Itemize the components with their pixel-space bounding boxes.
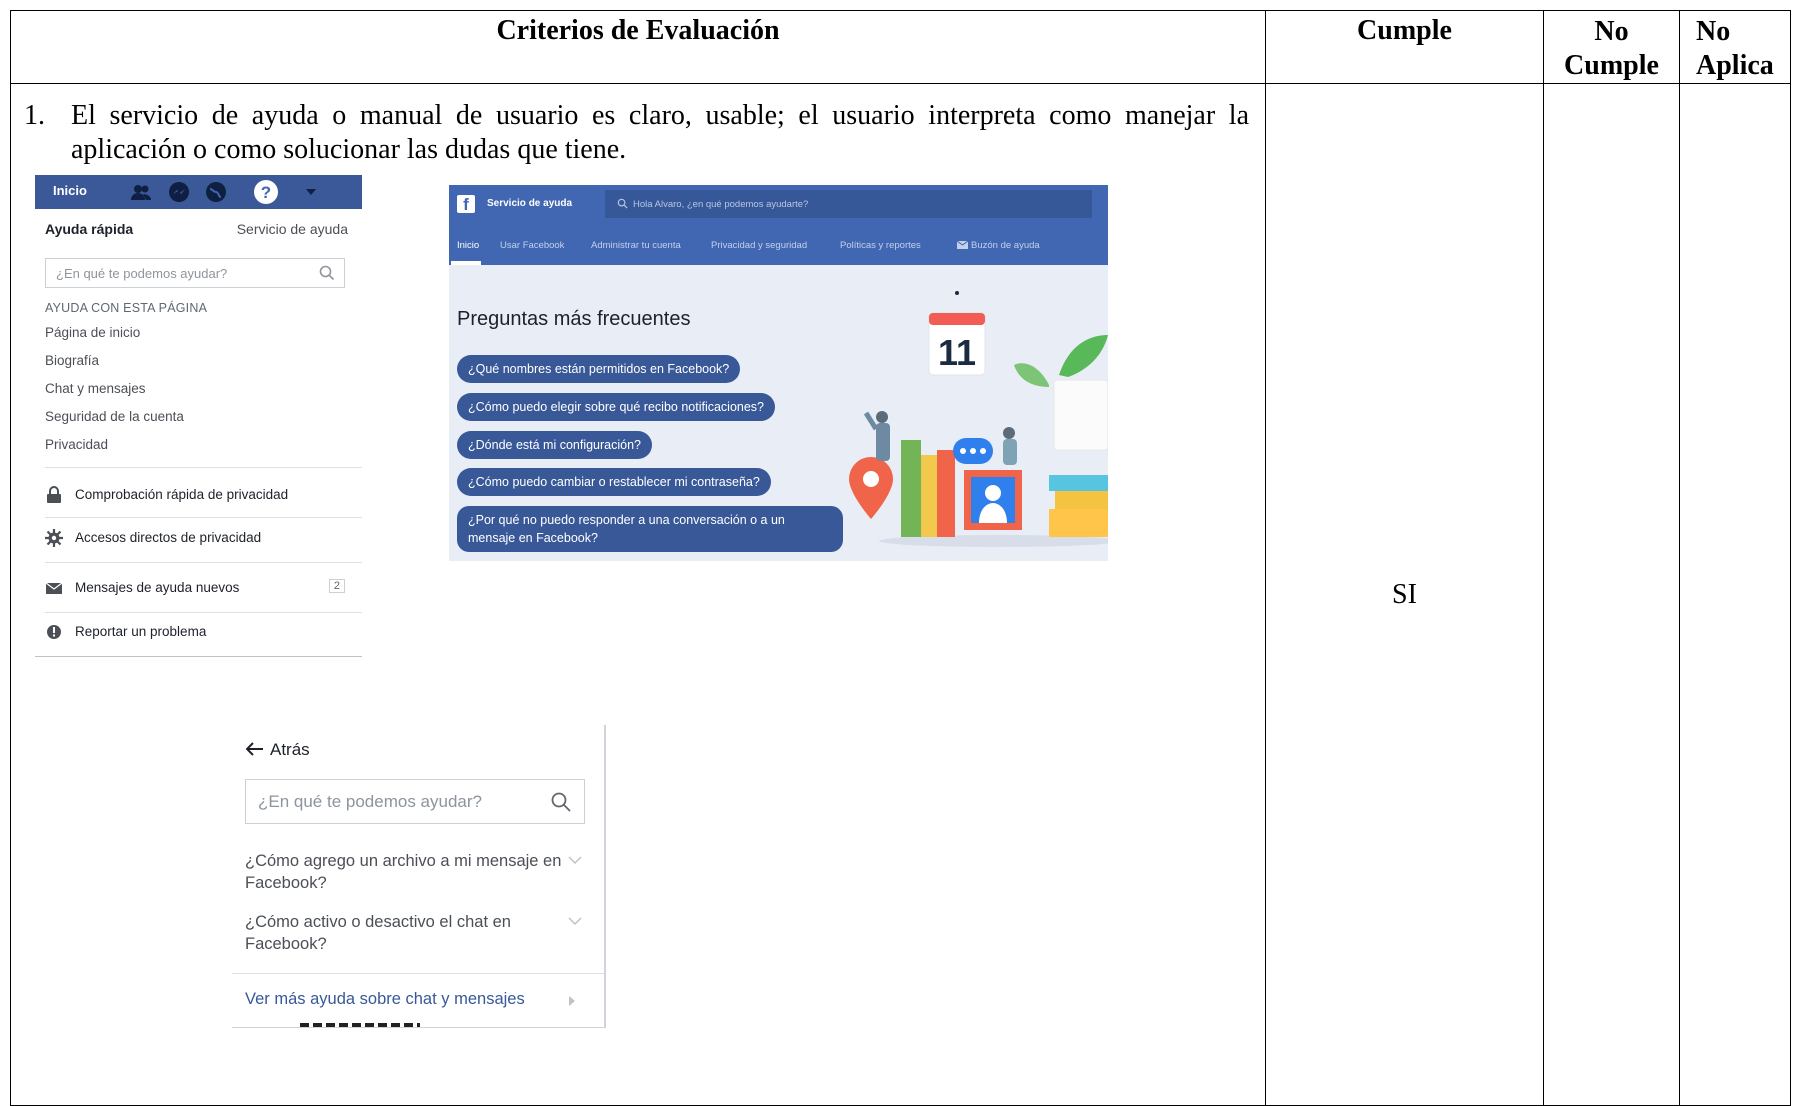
divider <box>45 562 362 563</box>
help-service-link[interactable]: Servicio de ayuda <box>237 221 348 237</box>
no-cumple-cell <box>1543 83 1680 1106</box>
nav-tab-buzon-ayuda[interactable]: Buzón de ayuda <box>956 240 1040 251</box>
svg-text:?: ? <box>261 183 271 202</box>
header-criterios: Criterios de Evaluación <box>10 10 1266 84</box>
search-placeholder: ¿En qué te podemos ayudar? <box>258 792 482 811</box>
help-illustration: 11 <box>849 291 1108 561</box>
privacy-check-action[interactable]: Comprobación rápida de privacidad <box>45 484 345 510</box>
faq-title: Preguntas más frecuentes <box>457 308 691 330</box>
facebook-logo-icon[interactable]: f <box>457 195 475 214</box>
chevron-down-icon[interactable] <box>567 913 583 929</box>
svg-text:11: 11 <box>938 332 976 373</box>
back-button[interactable]: Atrás <box>245 740 310 760</box>
quick-help-panel: Inicio ? Ayuda rápida Servicio de ayuda … <box>35 175 362 657</box>
quick-help-header: Ayuda rápida Servicio de ayuda <box>35 209 362 249</box>
privacy-shortcuts-action[interactable]: Accesos directos de privacidad <box>45 527 345 553</box>
report-problem-action[interactable]: Reportar un problema <box>45 621 345 647</box>
cropped-text-fragment <box>300 1023 420 1027</box>
cumple-cell: SI <box>1265 83 1544 1106</box>
nav-tab-inicio[interactable]: Inicio <box>457 240 479 251</box>
topbar-home-link[interactable]: Inicio <box>53 183 87 198</box>
nav-tab-politicas-reportes[interactable]: Políticas y reportes <box>840 240 921 251</box>
nav-tab-privacidad-seguridad[interactable]: Privacidad y seguridad <box>711 240 807 251</box>
search-placeholder: ¿En qué te podemos ayudar? <box>56 266 228 281</box>
faq-button-notifications[interactable]: ¿Cómo puedo elegir sobre qué recibo noti… <box>457 393 776 421</box>
calendar-icon: 11 <box>928 291 986 376</box>
criterion-description: El servicio de ayuda o manual de usuario… <box>71 100 1249 165</box>
nav-tab-usar-facebook[interactable]: Usar Facebook <box>500 240 564 251</box>
panel-bottom-border <box>35 656 362 657</box>
help-topics-list: Página de inicio Biografía Chat y mensaj… <box>45 325 345 465</box>
faq-button-settings[interactable]: ¿Dónde está mi configuración? <box>457 431 653 459</box>
topic-chat[interactable]: Chat y mensajes <box>45 381 345 409</box>
faq-button-names[interactable]: ¿Qué nombres están permitidos en Faceboo… <box>457 355 741 383</box>
active-tab-indicator <box>451 261 481 265</box>
no-aplica-cell <box>1679 83 1791 1106</box>
chevron-down-icon[interactable] <box>567 852 583 868</box>
facebook-topbar: Inicio ? <box>35 175 362 209</box>
menu-caret-icon[interactable] <box>305 187 317 197</box>
search-icon[interactable] <box>550 791 572 813</box>
envelope-icon <box>45 582 63 594</box>
divider <box>232 973 604 974</box>
search-icon[interactable] <box>318 264 336 282</box>
notifications-globe-icon[interactable] <box>205 181 227 203</box>
criterion-number: 1. <box>24 100 45 131</box>
chevron-right-icon <box>569 996 575 1006</box>
divider <box>45 517 362 518</box>
help-center-search-input[interactable]: Hola Alvaro, ¿en qué podemos ayudarte? <box>605 190 1092 218</box>
topic-privacy[interactable]: Privacidad <box>45 437 345 465</box>
criterion-text: 1. El servicio de ayuda o manual de usua… <box>24 99 1249 167</box>
mail-icon <box>956 240 969 249</box>
header-no-cumple: No Cumple <box>1543 10 1680 84</box>
friends-icon[interactable] <box>130 181 152 203</box>
faq-button-conversation[interactable]: ¿Por qué no puedo responder a una conver… <box>457 506 843 552</box>
header-cumple: Cumple <box>1265 10 1544 84</box>
nav-tab-administrar-cuenta[interactable]: Administrar tu cuenta <box>591 240 681 251</box>
header-no-aplica: No Aplica <box>1679 10 1791 84</box>
help-question-icon[interactable]: ? <box>253 179 279 205</box>
report-alert-icon <box>47 625 61 639</box>
header-row: Criterios de Evaluación Cumple No Cumple… <box>10 10 1791 84</box>
help-center-brand: Servicio de ayuda <box>487 198 573 209</box>
lock-icon <box>47 486 61 503</box>
faq-item-attach-file[interactable]: ¿Cómo agrego un archivo a mi mensaje en … <box>245 850 582 894</box>
search-placeholder: Hola Alvaro, ¿en qué podemos ayudarte? <box>633 199 809 210</box>
chat-help-search-input[interactable]: ¿En qué te podemos ayudar? <box>245 779 585 824</box>
gear-icon <box>45 529 63 547</box>
quick-help-title: Ayuda rápida <box>45 221 134 237</box>
help-messages-action[interactable]: Mensajes de ayuda nuevos 2 <box>45 577 345 603</box>
more-chat-help-link[interactable]: Ver más ayuda sobre chat y mensajes <box>245 990 525 1009</box>
topic-home[interactable]: Página de inicio <box>45 325 345 353</box>
quick-help-search-input[interactable]: ¿En qué te podemos ayudar? <box>45 258 345 288</box>
section-caption: AYUDA CON ESTA PÁGINA <box>45 301 208 315</box>
search-icon <box>617 198 628 209</box>
divider <box>45 467 362 468</box>
arrow-left-icon <box>245 742 263 756</box>
help-center-screenshot: f Servicio de ayuda Hola Alvaro, ¿en qué… <box>449 185 1108 561</box>
help-messages-count: 2 <box>328 579 345 593</box>
help-center-header: f Servicio de ayuda Hola Alvaro, ¿en qué… <box>449 185 1108 265</box>
topic-biography[interactable]: Biografía <box>45 353 345 381</box>
topic-account-security[interactable]: Seguridad de la cuenta <box>45 409 345 437</box>
faq-item-toggle-chat[interactable]: ¿Cómo activo o desactivo el chat en Face… <box>245 911 582 955</box>
chat-help-panel: Atrás ¿En qué te podemos ayudar? ¿Cómo a… <box>232 725 606 1028</box>
messenger-icon[interactable] <box>168 181 190 203</box>
faq-button-password[interactable]: ¿Cómo puedo cambiar o restablecer mi con… <box>457 468 771 496</box>
divider <box>45 612 362 613</box>
